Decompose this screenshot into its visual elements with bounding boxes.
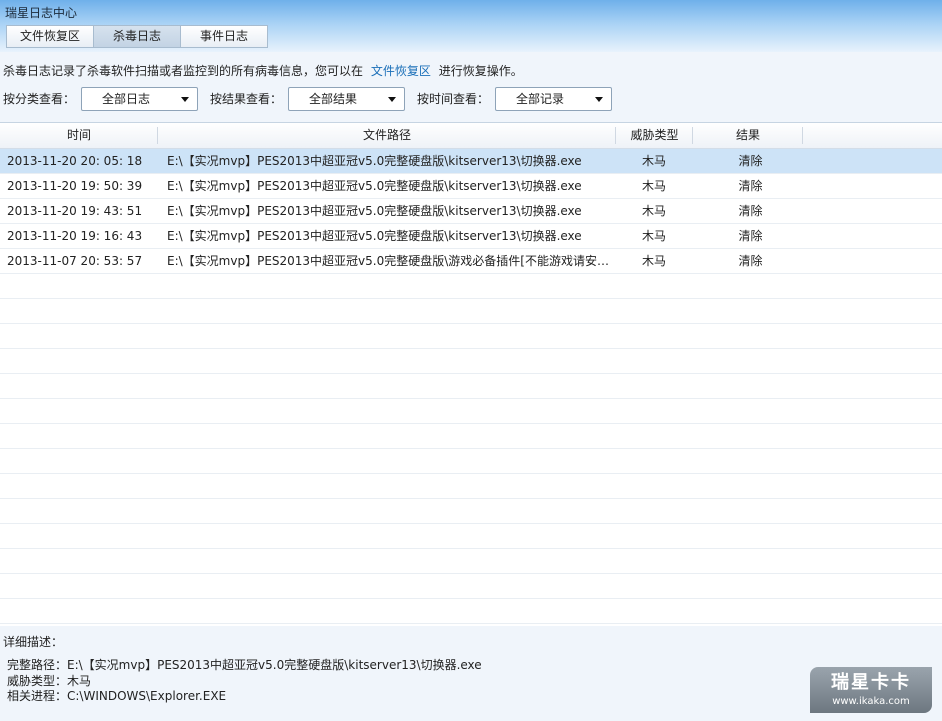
cell-result: 清除 xyxy=(738,204,763,218)
column-header-time[interactable]: 时间 xyxy=(0,123,158,148)
empty-row xyxy=(0,399,942,424)
cell-result: 清除 xyxy=(738,179,763,193)
empty-row xyxy=(0,524,942,549)
category-filter-select[interactable]: 全部日志 xyxy=(81,87,199,111)
cell-time: 2013-11-07 20: 53: 57 xyxy=(7,254,143,268)
cell-path: E:\【实况mvp】PES2013中超亚冠v5.0完整硬盘版\kitserver… xyxy=(167,229,582,243)
table-body: 2013-11-20 20: 05: 18 E:\【实况mvp】PES2013中… xyxy=(0,149,942,624)
empty-row xyxy=(0,574,942,599)
table-row[interactable]: 2013-11-20 19: 43: 51 E:\【实况mvp】PES2013中… xyxy=(0,199,942,224)
result-filter-select[interactable]: 全部结果 xyxy=(288,87,406,111)
tab-event-log[interactable]: 事件日志 xyxy=(180,25,268,48)
time-filter-label: 按时间查看： xyxy=(417,92,490,106)
dropdown-arrow-icon xyxy=(595,97,604,102)
column-header-path[interactable]: 文件路径 xyxy=(158,123,616,148)
empty-row xyxy=(0,449,942,474)
empty-row xyxy=(0,274,942,299)
table-row[interactable]: 2013-11-07 20: 53: 57 E:\【实况mvp】PES2013中… xyxy=(0,249,942,274)
time-filter-value: 全部记录 xyxy=(516,92,565,106)
cell-result: 清除 xyxy=(738,154,763,168)
detail-full-path: 完整路径：E:\【实况mvp】PES2013中超亚冠v5.0完整硬盘版\kits… xyxy=(7,658,482,672)
empty-row xyxy=(0,299,942,324)
cell-threat-type: 木马 xyxy=(641,254,666,268)
empty-row xyxy=(0,324,942,349)
watermark-logo: 瑞星卡卡 www.ikaka.com xyxy=(810,667,932,713)
file-recovery-link[interactable]: 文件恢复区 xyxy=(371,64,431,78)
cell-threat-type: 木马 xyxy=(641,229,666,243)
empty-row xyxy=(0,349,942,374)
info-text-before: 杀毒日志记录了杀毒软件扫描或者监控到的所有病毒信息，您可以在 xyxy=(3,64,364,78)
column-header-threat-type[interactable]: 威胁类型 xyxy=(616,123,693,148)
empty-row xyxy=(0,424,942,449)
cell-time: 2013-11-20 19: 43: 51 xyxy=(7,204,143,218)
empty-row xyxy=(0,374,942,399)
table-row[interactable]: 2013-11-20 19: 50: 39 E:\【实况mvp】PES2013中… xyxy=(0,174,942,199)
cell-time: 2013-11-20 19: 50: 39 xyxy=(7,179,143,193)
cell-path: E:\【实况mvp】PES2013中超亚冠v5.0完整硬盘版\游戏必备插件[不能… xyxy=(167,254,609,268)
category-filter-label: 按分类查看： xyxy=(3,92,76,106)
info-text: 杀毒日志记录了杀毒软件扫描或者监控到的所有病毒信息，您可以在 文件恢复区 进行恢… xyxy=(3,62,523,79)
cell-threat-type: 木马 xyxy=(641,204,666,218)
log-table: 时间 文件路径 威胁类型 结果 2013-11-20 20: 05: 18 E:… xyxy=(0,122,942,627)
cell-result: 清除 xyxy=(738,254,763,268)
empty-row xyxy=(0,499,942,524)
cell-time: 2013-11-20 19: 16: 43 xyxy=(7,229,143,243)
filter-bar: 按分类查看： 全部日志 按结果查看： 全部结果 按时间查看： 全部记录 xyxy=(3,87,624,111)
tab-bar: 文件恢复区 杀毒日志 事件日志 xyxy=(6,25,268,48)
cell-path: E:\【实况mvp】PES2013中超亚冠v5.0完整硬盘版\kitserver… xyxy=(167,204,582,218)
empty-row xyxy=(0,599,942,624)
cell-threat-type: 木马 xyxy=(641,179,666,193)
watermark-brand: 瑞星卡卡 xyxy=(831,672,911,693)
detail-related-process: 相关进程：C:\WINDOWS\Explorer.EXE xyxy=(7,689,227,703)
info-text-after: 进行恢复操作。 xyxy=(438,64,523,78)
table-header: 时间 文件路径 威胁类型 结果 xyxy=(0,123,942,149)
empty-row xyxy=(0,549,942,574)
cell-result: 清除 xyxy=(738,229,763,243)
empty-row xyxy=(0,474,942,499)
tab-file-recovery[interactable]: 文件恢复区 xyxy=(6,25,94,48)
cell-path: E:\【实况mvp】PES2013中超亚冠v5.0完整硬盘版\kitserver… xyxy=(167,154,582,168)
category-filter-value: 全部日志 xyxy=(102,92,151,106)
detail-panel: 详细描述： 完整路径：E:\【实况mvp】PES2013中超亚冠v5.0完整硬盘… xyxy=(0,626,942,721)
time-filter-select[interactable]: 全部记录 xyxy=(495,87,613,111)
dropdown-arrow-icon xyxy=(181,97,190,102)
cell-time: 2013-11-20 20: 05: 18 xyxy=(7,154,143,168)
tab-virus-log[interactable]: 杀毒日志 xyxy=(93,25,181,48)
result-filter-label: 按结果查看： xyxy=(210,92,283,106)
table-row[interactable]: 2013-11-20 19: 16: 43 E:\【实况mvp】PES2013中… xyxy=(0,224,942,249)
dropdown-arrow-icon xyxy=(388,97,397,102)
column-header-result[interactable]: 结果 xyxy=(693,123,803,148)
watermark-url: www.ikaka.com xyxy=(832,696,910,707)
cell-threat-type: 木马 xyxy=(641,154,666,168)
cell-path: E:\【实况mvp】PES2013中超亚冠v5.0完整硬盘版\kitserver… xyxy=(167,179,582,193)
table-row[interactable]: 2013-11-20 20: 05: 18 E:\【实况mvp】PES2013中… xyxy=(0,149,942,174)
window-title: 瑞星日志中心 xyxy=(5,6,78,20)
detail-title: 详细描述： xyxy=(3,635,64,649)
title-bar: 瑞星日志中心 文件恢复区 杀毒日志 事件日志 xyxy=(0,0,942,52)
result-filter-value: 全部结果 xyxy=(309,92,358,106)
